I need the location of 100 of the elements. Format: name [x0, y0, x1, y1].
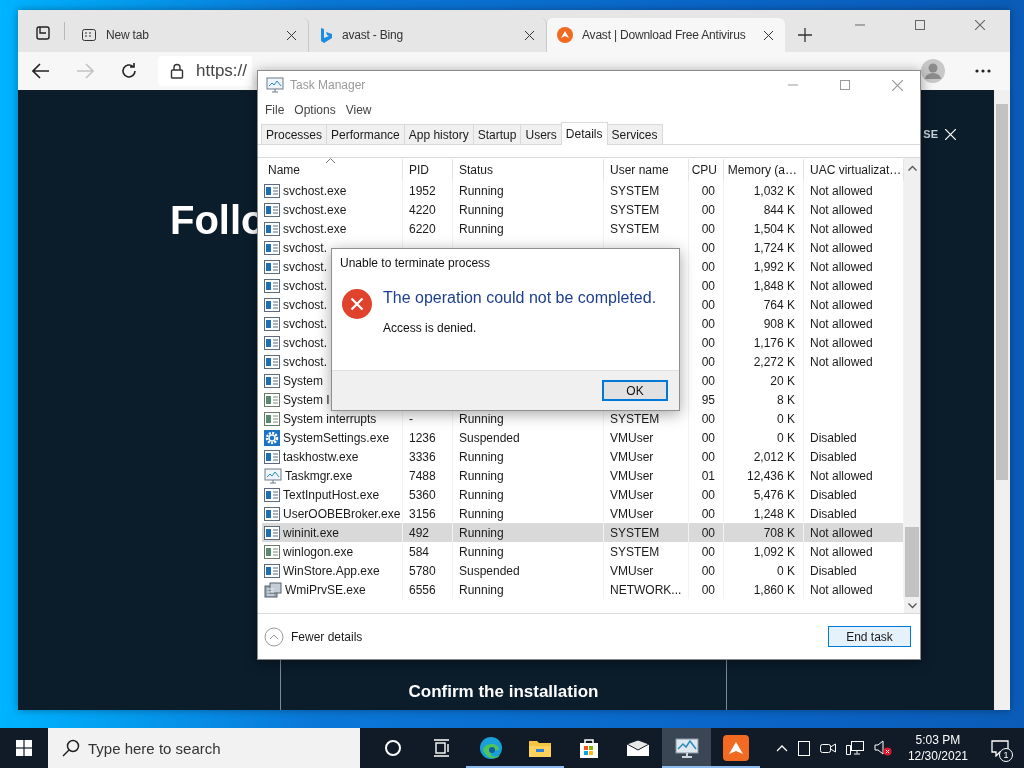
tab[interactable]: Startup	[472, 124, 522, 144]
table-cell: 01	[701, 468, 715, 483]
shopping-bag-icon	[577, 737, 600, 759]
tab[interactable]: Performance	[326, 124, 405, 144]
table-row[interactable]: svchost.exe 6220 Running SYSTEM 00 1,504 K Not allowed	[262, 219, 904, 238]
window-icon	[264, 221, 280, 236]
table-cell: Running	[459, 544, 504, 559]
close-icon	[524, 30, 534, 40]
table-cell: Running	[459, 506, 504, 521]
table-row[interactable]: TextInputHost.exe 5360 Running VMUser 00 5,476 K Disabled	[262, 485, 904, 504]
tab[interactable]: Services	[606, 124, 663, 144]
table-cell: TextInputHost.exe	[283, 487, 380, 502]
table-row[interactable]: SystemSettings.exe 1236 Suspended VMUser 00 0 K Disabled	[262, 428, 904, 447]
table-cell: svchost.	[283, 240, 327, 255]
table-cell: 2,012 K	[753, 449, 795, 464]
scrollbar-thumb[interactable]	[996, 104, 1008, 480]
table-row[interactable]: winlogon.exe 584 Running SYSTEM 00 1,092 K Not allowed	[262, 542, 904, 561]
table-row[interactable]: svchost.exe 1952 Running SYSTEM 00 1,032 K Not allowed	[262, 181, 904, 200]
table-cell: Not allowed	[810, 335, 873, 350]
close-banner-button[interactable]	[942, 126, 958, 142]
more-icon	[975, 69, 991, 73]
b-logo-icon	[319, 27, 333, 43]
table-cell: VMUser	[610, 430, 654, 445]
table-cell: NETWORK...	[610, 582, 682, 597]
table-cell: svchost.	[283, 354, 327, 369]
address-field[interactable]: https://	[158, 56, 252, 86]
tab[interactable]: Details	[560, 122, 608, 145]
table-cell: svchost.	[283, 297, 327, 312]
minimize-icon	[855, 24, 865, 26]
fewer-details-button[interactable]: Fewer details	[264, 626, 363, 647]
table-cell: 00	[701, 354, 715, 369]
taskbar-app[interactable]	[662, 728, 711, 768]
tab[interactable]: Processes	[261, 124, 328, 144]
menu-item[interactable]: Options	[289, 101, 341, 119]
table-cell: System I	[283, 392, 330, 407]
table-cell: Disabled	[810, 430, 857, 445]
column-header[interactable]: Status	[453, 159, 604, 181]
table-cell: 00	[701, 525, 715, 540]
browser-tab[interactable]: New tab	[71, 18, 309, 52]
table-cell: 8 K	[777, 392, 795, 407]
table-row[interactable]: wininit.exe 492 Running SYSTEM 00 708 K Not allowed	[262, 523, 904, 542]
notifications-button[interactable]: 1	[984, 728, 1016, 768]
close-icon	[286, 30, 296, 40]
table-cell: 492	[409, 525, 430, 540]
window-icon	[264, 183, 280, 198]
search-field[interactable]: Type here to search	[48, 728, 360, 768]
tab[interactable]: App history	[403, 124, 474, 144]
column-header[interactable]: PID	[403, 159, 453, 181]
table-cell: Not allowed	[810, 202, 873, 217]
table-row[interactable]: svchost.exe 4220 Running SYSTEM 00 844 K Not allowed	[262, 200, 904, 219]
end-task-button[interactable]: End task	[828, 626, 911, 647]
table-cell: svchost.	[283, 335, 327, 350]
column-header[interactable]: Memory (a…	[724, 159, 804, 181]
maximize-icon	[915, 20, 925, 30]
browser-tab[interactable]: Avast | Download Free Antivirus	[547, 18, 785, 52]
monitor-icon	[673, 737, 700, 759]
page-icon	[81, 27, 97, 43]
table-cell: 00	[701, 563, 715, 578]
close-icon	[944, 128, 956, 140]
table-cell: Not allowed	[810, 297, 873, 312]
search-icon	[62, 739, 80, 757]
table-row[interactable]: WmiPrvSE.exe 6556 Running NETWORK... 00 1,860 K Not allowed	[262, 580, 904, 599]
table-cell: 00	[701, 487, 715, 502]
table-cell: wininit.exe	[283, 525, 340, 540]
column-header[interactable]: User name	[604, 159, 689, 181]
table-cell: Disabled	[810, 487, 857, 502]
menu-item[interactable]: File	[260, 101, 290, 119]
envelope-icon	[625, 739, 650, 757]
table-row[interactable]: taskhostw.exe 3336 Running VMUser 00 2,012 K Disabled	[262, 447, 904, 466]
table-cell: Disabled	[810, 563, 857, 578]
column-header[interactable]: Name	[262, 159, 403, 181]
table-row[interactable]: Taskmgr.exe 7488 Running VMUser 01 12,436 K Not allowed	[262, 466, 904, 485]
window-icon	[264, 202, 280, 217]
table-cell: Running	[459, 582, 504, 597]
chevron-up-circle-icon	[264, 626, 284, 647]
chevron-up-icon	[775, 744, 788, 752]
table-cell: Not allowed	[810, 316, 873, 331]
plus-icon	[798, 28, 812, 42]
table-cell: Not allowed	[810, 582, 873, 597]
table-cell: taskhostw.exe	[283, 449, 359, 464]
table-cell: 1,504 K	[753, 221, 795, 236]
table-cell: VMUser	[610, 468, 654, 483]
table-cell: Running	[459, 411, 504, 426]
table-row[interactable]: WinStore.App.exe 5780 Suspended VMUser 00 0 K Disabled	[262, 561, 904, 580]
profile-button[interactable]	[920, 56, 946, 86]
table-cell: 00	[701, 430, 715, 445]
table-cell: 00	[701, 202, 715, 217]
menu-item[interactable]: View	[340, 101, 377, 119]
table-cell: 1,176 K	[753, 335, 795, 350]
tab[interactable]: Users	[520, 124, 562, 144]
table-cell: 3156	[409, 506, 436, 521]
ok-button[interactable]: OK	[602, 380, 668, 401]
table-cell: Not allowed	[810, 278, 873, 293]
table-cell: 908 K	[763, 316, 795, 331]
back-arrow-icon	[32, 63, 50, 79]
scrollbar-thumb[interactable]	[905, 527, 919, 597]
table-cell: 0 K	[777, 563, 795, 578]
speaker-muted-icon	[873, 740, 892, 756]
table-cell: 1952	[409, 183, 436, 198]
column-header[interactable]: CPU	[689, 159, 724, 181]
